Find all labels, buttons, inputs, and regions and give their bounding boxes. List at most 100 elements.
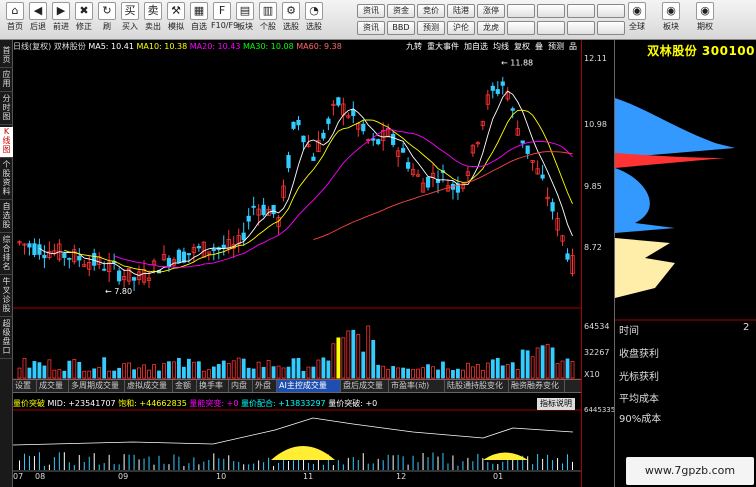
candle-body (77, 255, 82, 261)
toolbar-pill[interactable] (537, 21, 565, 35)
volume-bar (201, 370, 206, 379)
volume-bar (281, 367, 286, 379)
stop-icon: ✖ (75, 2, 93, 20)
indicator-tab[interactable]: 金额 (173, 380, 197, 392)
kline-chart[interactable]: ← 11.88← 7.80总手: 162928MAVOL5: 17013158.… (13, 40, 581, 487)
indicator-tab[interactable]: 成交量 (37, 380, 69, 392)
indicator-tab[interactable]: 市盈率(动) (389, 380, 445, 392)
forward-icon: ▶ (52, 2, 70, 20)
home-toolbar-button[interactable]: ⌂ 首页 (4, 2, 26, 32)
indicator-tab[interactable]: 外盘 (253, 380, 277, 392)
toolbar-pill[interactable]: 预测 (417, 21, 445, 35)
sidebar-item[interactable]: 牛叉诊股 (0, 277, 13, 317)
watchlist-toolbar-button[interactable]: ▦ 自选 (188, 2, 210, 32)
f10-toolbar-button[interactable]: F F10/F9 (211, 2, 238, 30)
toolbar-button-label: 个股 (260, 22, 276, 31)
candle-body (286, 155, 291, 169)
volume-bar (42, 365, 47, 379)
toolbar-button-label: 刷 (103, 22, 111, 31)
toolbar-button-label: 首页 (7, 22, 23, 31)
sidebar-item[interactable]: K线图 (0, 127, 13, 158)
toolbar-pill[interactable] (567, 21, 595, 35)
volume-bar (470, 366, 475, 379)
sidebar-item[interactable]: 个股资料 (0, 160, 13, 200)
indicator-tab[interactable]: 换手率 (197, 380, 229, 392)
filter-icon: ⚙ (282, 2, 300, 20)
volume-bar (366, 325, 371, 379)
volume-bar (236, 357, 241, 379)
price-tick-label: 8.72 (584, 243, 602, 252)
toolbar-pill[interactable]: BBD (387, 21, 415, 35)
sidebar-item[interactable]: 首页 (0, 46, 13, 68)
right-toolbar-button[interactable]: ◉ 板块 (656, 2, 686, 32)
right-toolbar-button[interactable]: ◉ 全球 (622, 2, 652, 32)
toolbar-pill[interactable]: 龙虎 (477, 21, 505, 35)
filter-toolbar-button[interactable]: ⚙ 选股 (280, 2, 302, 32)
f10-icon: F (213, 2, 231, 20)
sell-toolbar-button[interactable]: 卖卖出 (142, 2, 164, 32)
volume-bar (291, 358, 296, 379)
indicator-tab[interactable]: 陆股通持股变化 (445, 380, 509, 392)
toolbar-pill[interactable]: 陆港 (447, 4, 475, 18)
globe-icon: ◉ (696, 2, 714, 20)
sidebar-item[interactable]: 超级盘口 (0, 319, 13, 359)
toolbar-pill[interactable] (507, 4, 535, 18)
toolbar-pill[interactable]: 资金 (387, 4, 415, 18)
volume-bar (490, 359, 495, 379)
volume-bar (182, 366, 186, 379)
toolbar-pill[interactable] (507, 21, 535, 35)
toolbar-pill[interactable] (537, 4, 565, 18)
candle-body (241, 232, 246, 241)
stop-toolbar-button[interactable]: ✖ 修正 (73, 2, 95, 32)
sidebar-item[interactable]: 自选股 (0, 202, 13, 233)
back-toolbar-button[interactable]: ◀ 后退 (27, 2, 49, 32)
volume-bar (441, 361, 445, 379)
chip-time-value: 2 (743, 322, 750, 333)
volume-bar (436, 369, 440, 379)
indicator-help-button[interactable]: 指标说明 (537, 398, 575, 410)
candle-body (311, 156, 316, 161)
sidebar-item[interactable]: 综合排名 (0, 235, 13, 275)
buy-toolbar-button[interactable]: 买买入 (119, 2, 141, 32)
hammer-toolbar-button[interactable]: ⚒ 模拟 (165, 2, 187, 32)
sector-toolbar-button[interactable]: ▤ 板块 (234, 2, 256, 32)
toolbar-button-label: 板块 (663, 22, 679, 31)
toolbar-pill[interactable] (597, 4, 625, 18)
indicator-tab[interactable]: 设置 (13, 380, 37, 392)
indicator-tab[interactable]: 多周期成交量 (69, 380, 125, 392)
stock-title: 双林股份 300100 (615, 42, 756, 58)
volume-bar (77, 362, 82, 379)
volume-bar (475, 363, 480, 379)
sell-icon: 卖 (144, 2, 162, 20)
candle-body (251, 205, 256, 208)
toolbar-pill[interactable] (597, 21, 625, 35)
toolbar-pill[interactable]: 资讯 (357, 4, 385, 18)
toolbar-pill[interactable]: 涨停 (477, 4, 505, 18)
indicator-tab[interactable]: 内盘 (229, 380, 253, 392)
indicator-tab[interactable]: 融资融券变化 (509, 380, 565, 392)
toolbar-pill[interactable]: 沪伦 (447, 21, 475, 35)
compare-toolbar-button[interactable]: ◔ 选股 (303, 2, 325, 32)
date-tick-label: 01 (493, 472, 504, 481)
volume-bar (102, 357, 107, 379)
toolbar-pill[interactable]: 资讯 (357, 21, 385, 35)
date-tick-label: 12 (396, 472, 407, 481)
volume-bar (456, 368, 460, 379)
candle-body (425, 176, 431, 188)
refresh-toolbar-button[interactable]: ↻ 刷 (96, 2, 118, 32)
chip-current-area (615, 153, 725, 168)
toolbar-pill[interactable]: 竞价 (417, 4, 445, 18)
indicator-tab[interactable]: 虚拟成交量 (125, 380, 173, 392)
volume-bar (286, 366, 291, 379)
forward-toolbar-button[interactable]: ▶ 前进 (50, 2, 72, 32)
sidebar-item[interactable]: 应用 (0, 70, 13, 92)
indicator-tab[interactable]: 盘后成交量 (341, 380, 389, 392)
indicator-tab[interactable]: AI主控成交量 (277, 380, 341, 392)
right-toolbar-button[interactable]: ◉ 期权 (690, 2, 720, 32)
sidebar-item[interactable]: 分时图 (0, 94, 13, 125)
toolbar-button-label: 买入 (122, 22, 138, 31)
chart-toolbar-button[interactable]: ▥ 个股 (257, 2, 279, 32)
volume-bar (152, 364, 156, 379)
candle-body (291, 121, 296, 129)
toolbar-pill[interactable] (567, 4, 595, 18)
